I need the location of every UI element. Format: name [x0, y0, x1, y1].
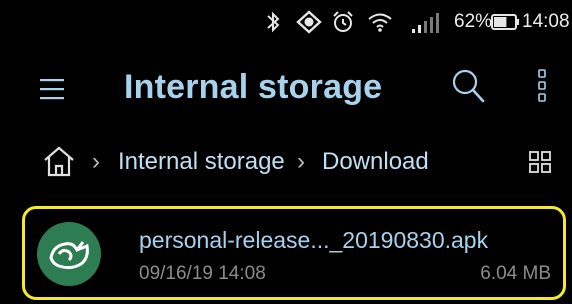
breadcrumb-separator: › [92, 148, 100, 175]
do-not-disturb-icon [296, 10, 322, 34]
status-bar: 62% 14:08 [0, 0, 572, 44]
breadcrumb-separator: › [297, 148, 305, 175]
search-icon[interactable] [448, 66, 488, 106]
file-list-item[interactable]: personal-release..._20190830.apk 09/16/1… [22, 206, 566, 300]
wifi-icon [368, 13, 392, 32]
more-vert-icon[interactable] [532, 64, 552, 108]
file-name: personal-release..._20190830.apk [139, 227, 489, 253]
alarm-icon [333, 11, 353, 32]
bluetooth-icon [267, 11, 280, 33]
battery-percent: 62% [454, 11, 493, 32]
app-logo-icon [37, 222, 101, 286]
grid-view-icon[interactable] [528, 150, 552, 174]
page-title: Internal storage [124, 68, 383, 106]
file-date: 09/16/19 14:08 [139, 263, 266, 284]
app-toolbar: Internal storage [0, 44, 572, 130]
breadcrumb-item-internal-storage[interactable]: Internal storage [118, 146, 285, 178]
breadcrumb: › Internal storage › Download [0, 130, 572, 198]
file-size: 6.04 MB [480, 263, 551, 284]
breadcrumb-item-download[interactable]: Download [322, 146, 429, 178]
menu-icon[interactable] [36, 74, 72, 104]
battery-icon [491, 14, 519, 30]
signal-icon [412, 13, 439, 33]
home-icon[interactable] [42, 144, 76, 180]
clock-time: 14:08 [522, 11, 570, 32]
